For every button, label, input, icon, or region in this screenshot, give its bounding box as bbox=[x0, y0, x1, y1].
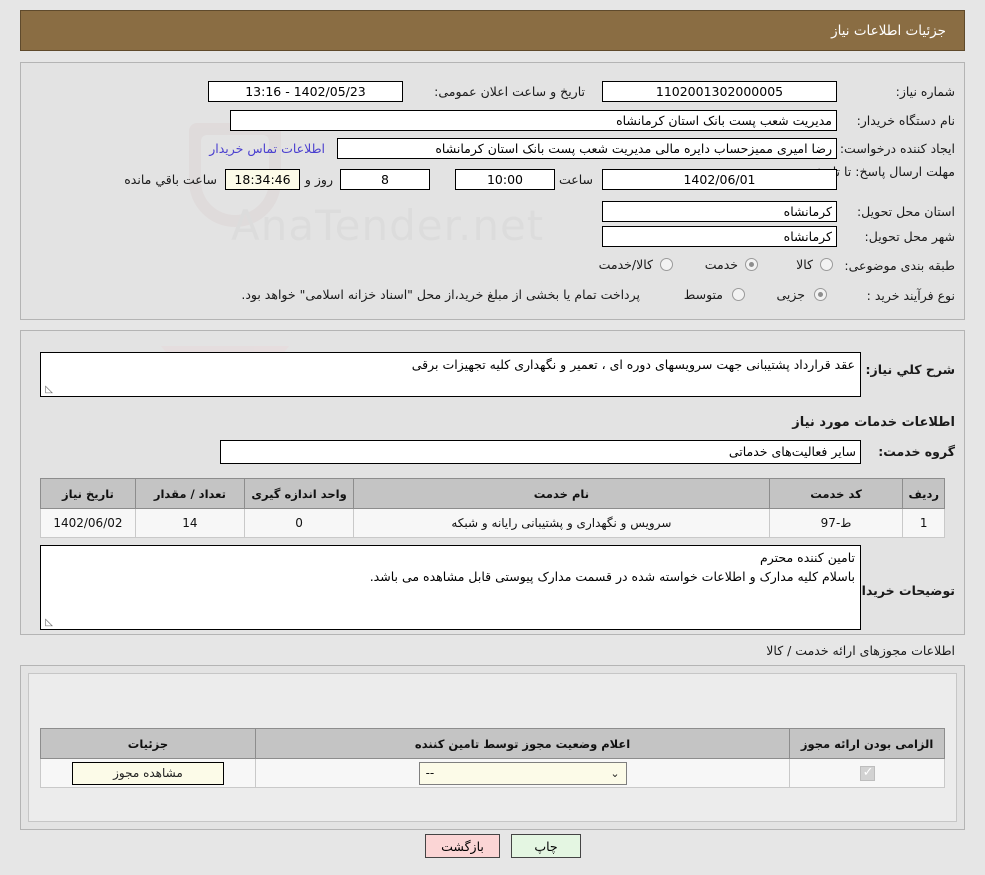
col-row: ردیف bbox=[902, 478, 945, 509]
buyer-org-field: مدیریت شعب پست بانک استان کرمانشاه bbox=[230, 110, 837, 131]
resize-grip-icon[interactable]: ◺ bbox=[43, 385, 53, 395]
days-remaining-field: 8 bbox=[340, 169, 430, 190]
col-unit: واحد اندازه گیری bbox=[244, 478, 355, 509]
cell-row: 1 bbox=[902, 508, 945, 538]
hour-label: ساعت bbox=[558, 172, 593, 187]
col-permit-details: جزئیات bbox=[40, 728, 256, 759]
buyer-notes-line-2: باسلام کلیه مدارک و اطلاعات خواسته شده د… bbox=[369, 569, 855, 584]
radio-category-goods-service-label: کالا/خدمت bbox=[598, 257, 653, 272]
buyer-notes-line-1: تامین کننده محترم bbox=[760, 550, 855, 565]
back-button[interactable]: بازگشت bbox=[425, 834, 500, 858]
view-permit-button[interactable]: مشاهده مجوز bbox=[71, 761, 224, 785]
watermark-text: AnaTender.net bbox=[231, 201, 545, 250]
col-code: کد خدمت bbox=[768, 478, 904, 509]
page-title: جزئیات اطلاعات نیاز bbox=[831, 22, 946, 39]
chevron-down-icon: ⌄ bbox=[610, 766, 620, 780]
delivery-city-field: کرمانشاه bbox=[602, 226, 837, 247]
delivery-province-field: کرمانشاه bbox=[602, 201, 837, 222]
radio-process-minor-label: جزیی bbox=[776, 287, 805, 302]
radio-process-medium-label: متوسط bbox=[683, 287, 723, 302]
buyer-contact-link[interactable]: اطلاعات تماس خریدار bbox=[209, 141, 325, 156]
radio-category-goods[interactable] bbox=[820, 258, 833, 271]
services-table-header-row: ردیف کد خدمت نام خدمت واحد اندازه گیری ت… bbox=[40, 478, 945, 509]
announce-datetime-label: تاریخ و ساعت اعلان عمومی: bbox=[434, 84, 585, 99]
services-heading: اطلاعات خدمات مورد نیاز bbox=[792, 415, 955, 430]
cell-date: 1402/06/02 bbox=[40, 508, 136, 538]
need-number-label: شماره نیاز: bbox=[895, 84, 955, 99]
cell-permit-details: مشاهده مجوز bbox=[40, 758, 256, 788]
need-description-textarea[interactable]: عقد قرارداد پشتیبانی جهت سرویسهای دوره ا… bbox=[40, 352, 861, 397]
col-permit-status: اعلام وضعیت مجوز توسط تامین کننده bbox=[254, 728, 791, 759]
countdown-timer-field: 18:34:46 bbox=[225, 169, 300, 190]
permit-status-select[interactable]: ⌄ -- bbox=[418, 761, 627, 785]
col-quantity: تعداد / مقدار bbox=[134, 478, 246, 509]
col-permit-required: الزامی بودن ارائه مجوز bbox=[789, 728, 945, 759]
purchase-process-label: نوع فرآیند خرید : bbox=[866, 288, 955, 303]
radio-process-minor[interactable] bbox=[814, 288, 827, 301]
buyer-notes-label: توضیحات خریدار: bbox=[849, 583, 955, 598]
cell-code: ط-97 bbox=[768, 508, 904, 538]
cell-unit: 0 bbox=[244, 508, 355, 538]
days-word-label: روز و bbox=[304, 172, 333, 187]
cell-name: سرویس و نگهداری و پشتیبانی رایانه و شبکه bbox=[353, 508, 770, 538]
col-date: تاریخ نیاز bbox=[40, 478, 136, 509]
cell-permit-required bbox=[789, 758, 945, 788]
subject-category-label: طبقه بندی موضوعی: bbox=[844, 258, 955, 273]
permits-table: الزامی بودن ارائه مجوز اعلام وضعیت مجوز … bbox=[40, 728, 945, 788]
resize-grip-icon-2[interactable]: ◺ bbox=[43, 618, 53, 628]
permit-required-checkbox bbox=[859, 765, 875, 781]
need-number-field: 1102001302000005 bbox=[602, 81, 837, 102]
delivery-province-label: استان محل تحویل: bbox=[856, 204, 955, 219]
deadline-time-field: 10:00 bbox=[455, 169, 555, 190]
delivery-city-label: شهر محل تحویل: bbox=[864, 229, 955, 244]
radio-process-medium[interactable] bbox=[732, 288, 745, 301]
hours-remaining-label: ساعت باقي مانده bbox=[124, 172, 217, 187]
page-root: جزئیات اطلاعات نیاز AnaTender.net شماره … bbox=[0, 0, 985, 875]
payment-note-text: پرداخت تمام یا بخشی از مبلغ خرید،از محل … bbox=[241, 287, 640, 302]
cell-permit-status: ⌄ -- bbox=[254, 758, 791, 788]
page-header: جزئیات اطلاعات نیاز bbox=[20, 10, 965, 51]
service-group-field: سایر فعالیت‌های خدماتی bbox=[220, 440, 861, 464]
table-row: ⌄ -- مشاهده مجوز bbox=[40, 758, 945, 788]
buyer-org-label: نام دستگاه خریدار: bbox=[856, 113, 955, 128]
permits-heading: اطلاعات مجوزهای ارائه خدمت / کالا bbox=[766, 643, 955, 658]
permit-status-selected-value: -- bbox=[425, 766, 435, 780]
col-name: نام خدمت bbox=[353, 478, 770, 509]
need-description-text: عقد قرارداد پشتیبانی جهت سرویسهای دوره ا… bbox=[411, 357, 855, 372]
table-row: 1 ط-97 سرویس و نگهداری و پشتیبانی رایانه… bbox=[40, 508, 945, 538]
radio-category-goods-label: کالا bbox=[796, 257, 813, 272]
radio-category-service-label: خدمت bbox=[704, 257, 738, 272]
services-table: ردیف کد خدمت نام خدمت واحد اندازه گیری ت… bbox=[40, 478, 945, 538]
radio-category-service[interactable] bbox=[745, 258, 758, 271]
request-creator-field: رضا امیری ممیزحساب دایره مالی مدیریت شعب… bbox=[337, 138, 837, 159]
response-deadline-label: مهلت ارسال پاسخ: تا تاریخ: bbox=[810, 164, 955, 179]
permits-table-header-row: الزامی بودن ارائه مجوز اعلام وضعیت مجوز … bbox=[40, 728, 945, 759]
radio-category-goods-service[interactable] bbox=[660, 258, 673, 271]
need-description-label: شرح کلي نياز: bbox=[865, 362, 955, 377]
service-group-label: گروه خدمت: bbox=[878, 444, 955, 459]
buyer-notes-textarea[interactable]: تامین کننده محترم باسلام کلیه مدارک و اط… bbox=[40, 545, 861, 630]
print-button[interactable]: چاپ bbox=[511, 834, 581, 858]
cell-quantity: 14 bbox=[134, 508, 246, 538]
deadline-date-field: 1402/06/01 bbox=[602, 169, 837, 190]
request-creator-label: ایجاد کننده درخواست: bbox=[839, 141, 955, 156]
announce-datetime-field: 1402/05/23 - 13:16 bbox=[208, 81, 403, 102]
